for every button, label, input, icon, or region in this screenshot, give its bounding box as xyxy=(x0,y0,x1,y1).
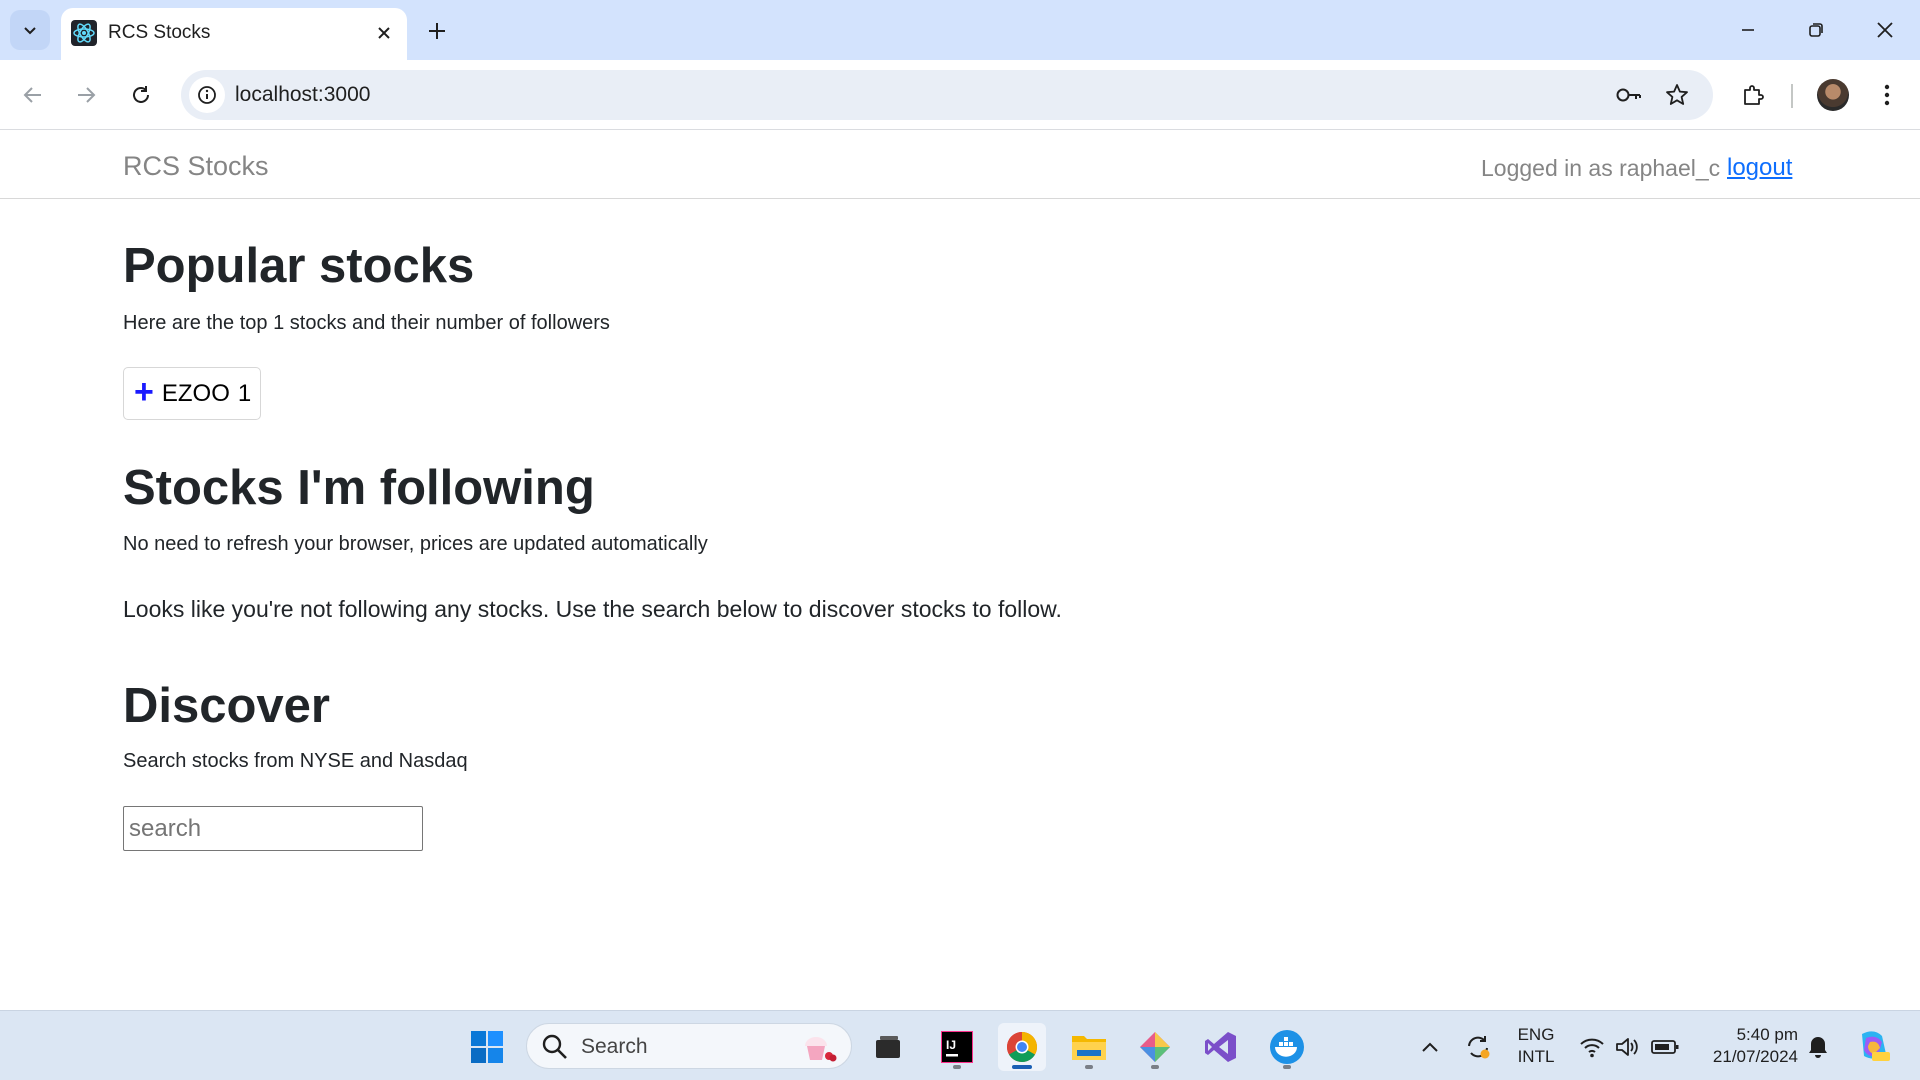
intellij-icon: IJ xyxy=(941,1031,973,1063)
browser-tabstrip: RCS Stocks xyxy=(0,0,1920,60)
close-window-button[interactable] xyxy=(1862,8,1908,52)
discover-heading: Discover xyxy=(123,679,331,733)
svg-text:IJ: IJ xyxy=(946,1038,956,1052)
following-heading: Stocks I'm following xyxy=(123,461,595,515)
bookmark-star-icon[interactable] xyxy=(1661,79,1693,111)
stock-search-input[interactable] xyxy=(123,806,423,851)
app-navbar: RCS Stocks Logged in as raphael_c logout xyxy=(0,131,1920,199)
battery-icon[interactable] xyxy=(1651,1033,1679,1061)
keyboard-layout: INTL xyxy=(1517,1047,1555,1066)
extensions-puzzle-icon[interactable] xyxy=(1734,76,1772,114)
minimize-icon xyxy=(1742,29,1754,31)
stock-symbol: EZOO xyxy=(161,379,230,407)
profile-avatar[interactable] xyxy=(1817,79,1849,111)
taskbar-intellij[interactable]: IJ xyxy=(933,1023,981,1071)
clock[interactable]: 5:40 pm 21/07/2024 xyxy=(1692,1024,1798,1068)
arrow-left-icon xyxy=(23,87,41,103)
logged-in-text: Logged in as raphael_c xyxy=(1481,155,1721,181)
browser-tab-active[interactable]: RCS Stocks xyxy=(61,8,407,60)
folder-icon xyxy=(1072,1036,1106,1060)
forward-button[interactable] xyxy=(67,76,105,114)
popular-stocks-subtitle: Here are the top 1 stocks and their numb… xyxy=(123,312,610,334)
tab-close-icon[interactable] xyxy=(371,20,397,46)
active-indicator xyxy=(1012,1065,1032,1069)
language-code: ENG xyxy=(1517,1025,1555,1044)
visual-studio-icon xyxy=(1205,1032,1236,1062)
taskbar-search-label: Search xyxy=(581,1035,648,1058)
wifi-icon[interactable] xyxy=(1578,1033,1606,1061)
docker-icon xyxy=(1270,1030,1304,1064)
chrome-icon xyxy=(1006,1032,1038,1063)
password-key-icon[interactable] xyxy=(1613,79,1645,111)
taskbar-app-diamond[interactable] xyxy=(1131,1023,1179,1071)
copilot-icon[interactable] xyxy=(1854,1026,1894,1066)
taskbar-file-explorer[interactable] xyxy=(1065,1023,1113,1071)
new-tab-button[interactable] xyxy=(420,14,454,48)
volume-icon[interactable] xyxy=(1614,1033,1642,1061)
follow-stock-button[interactable]: + EZOO 1 xyxy=(123,367,261,420)
taskbar-search[interactable]: Search xyxy=(526,1023,852,1069)
brand-title[interactable]: RCS Stocks xyxy=(123,151,269,182)
diamond-app-icon xyxy=(1140,1032,1170,1062)
address-bar[interactable]: localhost:3000 xyxy=(181,70,1713,120)
tab-title: RCS Stocks xyxy=(108,22,211,43)
kebab-menu-icon[interactable] xyxy=(1868,76,1906,114)
browser-toolbar: localhost:3000 xyxy=(0,60,1920,130)
windows-logo-icon xyxy=(471,1031,503,1063)
reload-icon xyxy=(133,86,149,103)
taskbar-chrome[interactable] xyxy=(998,1023,1046,1071)
following-empty-message: Looks like you're not following any stoc… xyxy=(123,596,1062,622)
minimize-button[interactable] xyxy=(1725,8,1771,52)
url-text[interactable]: localhost:3000 xyxy=(235,83,370,107)
clock-time: 5:40 pm xyxy=(1736,1025,1798,1044)
plus-icon: + xyxy=(134,373,154,411)
sync-icon[interactable] xyxy=(1464,1033,1492,1061)
discover-subtitle: Search stocks from NYSE and Nasdaq xyxy=(123,750,468,772)
running-indicator xyxy=(1283,1065,1291,1069)
arrow-right-icon xyxy=(78,87,96,103)
notification-bell-icon[interactable] xyxy=(1804,1033,1832,1061)
restore-icon xyxy=(1809,23,1823,37)
stock-follower-count: 1 xyxy=(237,379,252,407)
close-icon xyxy=(1877,22,1893,38)
windows-taskbar: Search IJ ENG INTL 5:40 pm 21/07/2024 xyxy=(0,1010,1920,1080)
react-logo-icon xyxy=(71,20,97,46)
show-hidden-icons-chevron-icon[interactable] xyxy=(1416,1033,1444,1061)
chevron-down-icon xyxy=(24,27,36,35)
start-button[interactable] xyxy=(463,1023,511,1071)
running-indicator xyxy=(1085,1065,1093,1069)
back-button[interactable] xyxy=(14,76,52,114)
taskbar-visual-studio[interactable] xyxy=(1197,1023,1245,1071)
clock-date: 21/07/2024 xyxy=(1712,1047,1798,1066)
logout-link[interactable]: logout xyxy=(1727,154,1792,182)
reload-button[interactable] xyxy=(122,76,160,114)
plus-icon xyxy=(429,23,445,39)
site-info-icon[interactable] xyxy=(189,77,225,113)
restore-button[interactable] xyxy=(1793,8,1839,52)
search-icon xyxy=(542,1034,567,1059)
language-indicator[interactable]: ENG INTL xyxy=(1509,1024,1563,1068)
running-indicator xyxy=(953,1065,961,1069)
taskbar-task-view[interactable] xyxy=(864,1023,912,1071)
cupcake-icon xyxy=(805,1037,837,1062)
following-subtitle: No need to refresh your browser, prices … xyxy=(123,533,708,555)
running-indicator xyxy=(1151,1065,1159,1069)
toolbar-separator xyxy=(1791,84,1793,108)
tab-search-button[interactable] xyxy=(10,10,50,50)
task-view-icon xyxy=(876,1036,900,1058)
popular-stocks-heading: Popular stocks xyxy=(123,239,475,293)
taskbar-docker[interactable] xyxy=(1263,1023,1311,1071)
